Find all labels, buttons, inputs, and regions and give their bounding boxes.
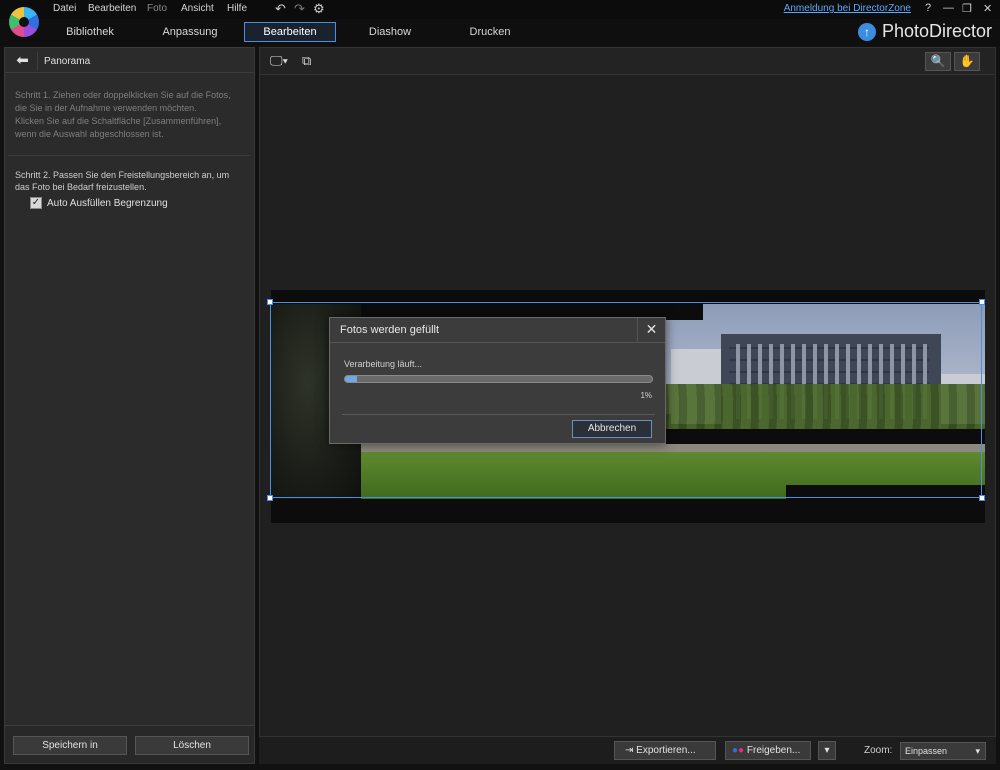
zoom-label: Zoom: — [864, 745, 893, 756]
menu-datei[interactable]: Datei — [53, 3, 76, 14]
export-icon: ⇥ — [625, 745, 637, 756]
help-button[interactable]: ? — [925, 2, 931, 14]
back-arrow-icon[interactable]: ⬅ — [8, 52, 38, 71]
progress-fill — [345, 376, 358, 382]
auto-fill-label[interactable]: Auto Ausfüllen Begrenzung — [47, 198, 168, 209]
app-logo-icon — [9, 7, 39, 37]
delete-button[interactable]: Löschen — [135, 736, 249, 755]
tab-bearbeiten[interactable]: Bearbeiten — [244, 22, 336, 42]
export-label: Exportieren... — [636, 745, 696, 756]
panel-footer: Speichern in Löschen — [5, 725, 254, 763]
dialog-close-icon[interactable]: ✕ — [637, 318, 665, 342]
tab-diashow[interactable]: Diashow — [355, 22, 425, 42]
auto-fill-row[interactable]: ✓ Auto Ausfüllen Begrenzung — [30, 197, 168, 209]
bottom-bar: ⇥ Exportieren... ●● Freigeben... ▾ Zoom:… — [259, 736, 996, 764]
step1-instructions: Schritt 1. Ziehen oder doppelklicken Sie… — [15, 90, 231, 139]
crop-handle-top-left[interactable] — [267, 299, 273, 305]
hand-tool-icon[interactable]: ✋ — [954, 52, 980, 71]
compare-view-icon[interactable]: ⧉ — [302, 53, 311, 69]
settings-icon[interactable]: ⚙ — [313, 1, 325, 17]
directorzone-login-link[interactable]: Anmeldung bei DirectorZone — [784, 3, 911, 14]
zoom-select[interactable]: Einpassen ▾ — [900, 742, 986, 760]
menu-hilfe[interactable]: Hilfe — [227, 3, 247, 14]
display-mode-icon[interactable]: 🖵▾ — [270, 53, 288, 69]
menu-bearbeiten[interactable]: Bearbeiten — [88, 3, 136, 14]
menu-foto[interactable]: Foto — [147, 3, 167, 14]
crop-handle-top-right[interactable] — [979, 299, 985, 305]
left-panel: ⬅ Panorama Schritt 1. Ziehen oder doppel… — [4, 47, 255, 764]
save-in-button[interactable]: Speichern in — [13, 736, 127, 755]
step2-instructions: Schritt 2. Passen Sie den Freistellungsb… — [15, 170, 230, 192]
tab-drucken[interactable]: Drucken — [455, 22, 525, 42]
panel-divider — [8, 155, 251, 156]
progress-bar — [344, 375, 653, 383]
share-label: Freigeben... — [746, 745, 801, 756]
crop-handle-bottom-left[interactable] — [267, 495, 273, 501]
panel-title: Panorama — [44, 56, 91, 67]
dialog-title: Fotos werden gefüllt — [340, 324, 440, 336]
brand: ↑ PhotoDirector — [857, 21, 992, 42]
module-tabs: Bibliothek Anpassung Bearbeiten Diashow … — [0, 19, 1000, 46]
export-button[interactable]: ⇥ Exportieren... — [614, 741, 716, 760]
cancel-button[interactable]: Abbrechen — [572, 420, 652, 438]
crop-handle-bottom-right[interactable] — [979, 495, 985, 501]
zoom-value: Einpassen — [905, 746, 948, 756]
progress-percent: 1% — [640, 391, 652, 400]
chevron-down-icon: ▾ — [975, 746, 980, 756]
share-dropdown-icon[interactable]: ▾ — [818, 741, 836, 760]
upgrade-icon[interactable]: ↑ — [857, 22, 876, 41]
canvas-toolbar: 🖵▾ ⧉ 🔍 ✋ — [260, 48, 995, 75]
tab-anpassung[interactable]: Anpassung — [150, 22, 230, 42]
menu-bar: Datei Bearbeiten Foto Ansicht Hilfe ↶ ↷ … — [0, 0, 1000, 19]
restore-button[interactable]: ❐ — [962, 2, 972, 15]
undo-icon[interactable]: ↶ — [275, 1, 286, 17]
zoom-tool-icon[interactable]: 🔍 — [925, 52, 951, 71]
dialog-status: Verarbeitung läuft... — [344, 359, 423, 369]
auto-fill-checkbox[interactable]: ✓ — [30, 197, 42, 209]
minimize-button[interactable]: — — [943, 2, 954, 14]
menu-ansicht[interactable]: Ansicht — [181, 3, 214, 14]
panel-header: ⬅ Panorama — [5, 50, 254, 73]
tab-bibliothek[interactable]: Bibliothek — [50, 22, 130, 42]
brand-name: PhotoDirector — [881, 21, 992, 41]
share-button[interactable]: ●● Freigeben... — [725, 741, 811, 760]
fill-progress-dialog: Fotos werden gefüllt ✕ Verarbeitung läuf… — [329, 317, 666, 444]
redo-icon[interactable]: ↷ — [294, 1, 305, 17]
close-button[interactable]: ✕ — [983, 2, 992, 15]
